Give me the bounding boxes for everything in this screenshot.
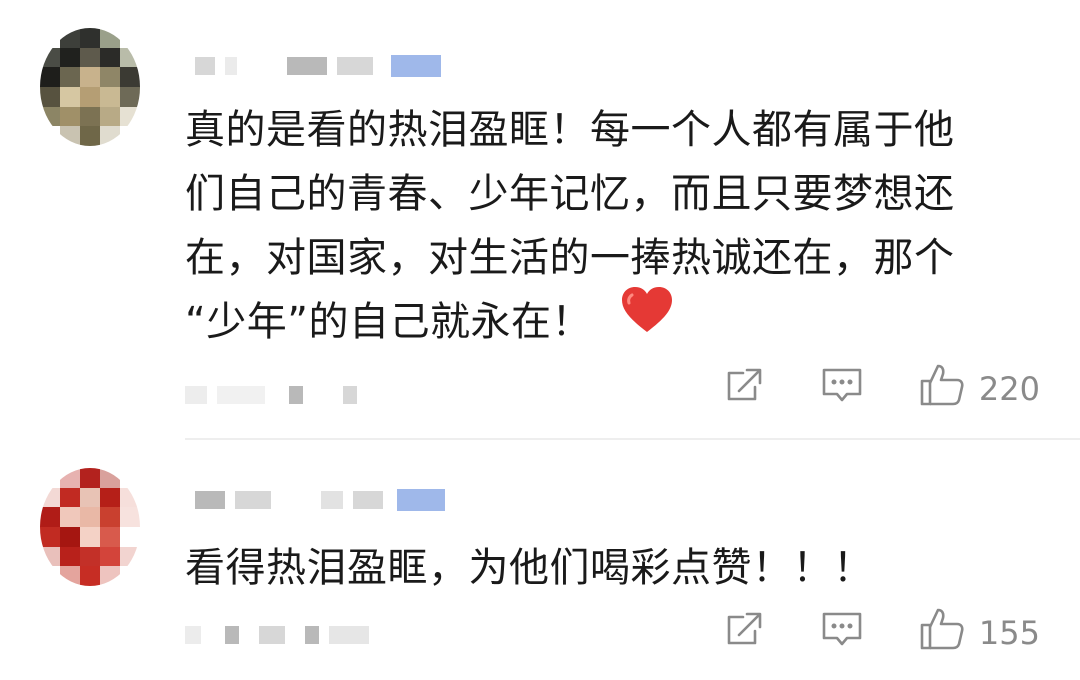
comment-text: 看得热泪盈眶，为他们喝彩点赞！！！ <box>185 536 1035 600</box>
share-icon <box>725 609 765 657</box>
blurred-username <box>353 491 383 509</box>
heart-emoji-icon <box>620 286 674 353</box>
share-button[interactable] <box>725 609 765 657</box>
blurred-meta <box>259 626 285 644</box>
blurred-meta <box>343 386 357 404</box>
blurred-username <box>225 57 237 75</box>
share-icon <box>725 365 765 413</box>
comment-icon <box>821 364 863 414</box>
blurred-username <box>195 57 215 75</box>
blurred-meta <box>329 626 369 644</box>
like-button[interactable]: 220 <box>919 362 1040 416</box>
blurred-meta <box>289 386 303 404</box>
blurred-username <box>287 57 327 75</box>
blurred-meta <box>185 626 201 644</box>
blurred-username <box>195 491 225 509</box>
like-count: 220 <box>978 370 1040 408</box>
thumbs-up-icon <box>919 362 965 416</box>
like-button[interactable]: 155 <box>919 606 1040 660</box>
user-badge <box>397 489 445 511</box>
comment-text-line: 们自己的青春、少年记忆，而且只要梦想还 <box>185 171 955 217</box>
blurred-username <box>337 57 373 75</box>
comment-meta <box>185 620 369 650</box>
avatar[interactable] <box>40 28 140 146</box>
username[interactable] <box>195 480 445 520</box>
comment-item: 真的是看的热泪盈眶！每一个人都有属于他 们自己的青春、少年记忆，而且只要梦想还 … <box>0 0 1080 438</box>
share-button[interactable] <box>725 365 765 413</box>
blurred-meta <box>305 626 319 644</box>
comment-icon <box>821 608 863 658</box>
comment-actions: 155 <box>725 608 1040 658</box>
avatar[interactable] <box>40 468 140 586</box>
comment-text: 真的是看的热泪盈眶！每一个人都有属于他 们自己的青春、少年记忆，而且只要梦想还 … <box>185 98 1035 354</box>
blurred-meta <box>185 386 207 404</box>
username[interactable] <box>195 46 441 86</box>
comment-text-line: 看得热泪盈眶，为他们喝彩点赞！！！ <box>185 545 874 591</box>
blurred-meta <box>217 386 265 404</box>
reply-button[interactable] <box>821 608 863 658</box>
blurred-username <box>321 491 343 509</box>
like-count: 155 <box>978 614 1040 652</box>
comment-list: 真的是看的热泪盈眶！每一个人都有属于他 们自己的青春、少年记忆，而且只要梦想还 … <box>0 0 1080 680</box>
user-badge <box>391 55 441 77</box>
blurred-meta <box>225 626 239 644</box>
comment-meta <box>185 380 357 410</box>
comment-text-segment: “少年”的自己就永在！ <box>185 299 592 345</box>
thumbs-up-icon <box>919 606 965 660</box>
comment-actions: 220 <box>725 364 1040 414</box>
comment-text-line: 真的是看的热泪盈眶！每一个人都有属于他 <box>185 107 955 153</box>
blurred-username <box>235 491 271 509</box>
comment-text-line: “少年”的自己就永在！ <box>185 286 1035 354</box>
comment-item: 看得热泪盈眶，为他们喝彩点赞！！！ 155 <box>0 440 1080 680</box>
reply-button[interactable] <box>821 364 863 414</box>
comment-text-line: 在，对国家，对生活的一捧热诚还在，那个 <box>185 235 955 281</box>
